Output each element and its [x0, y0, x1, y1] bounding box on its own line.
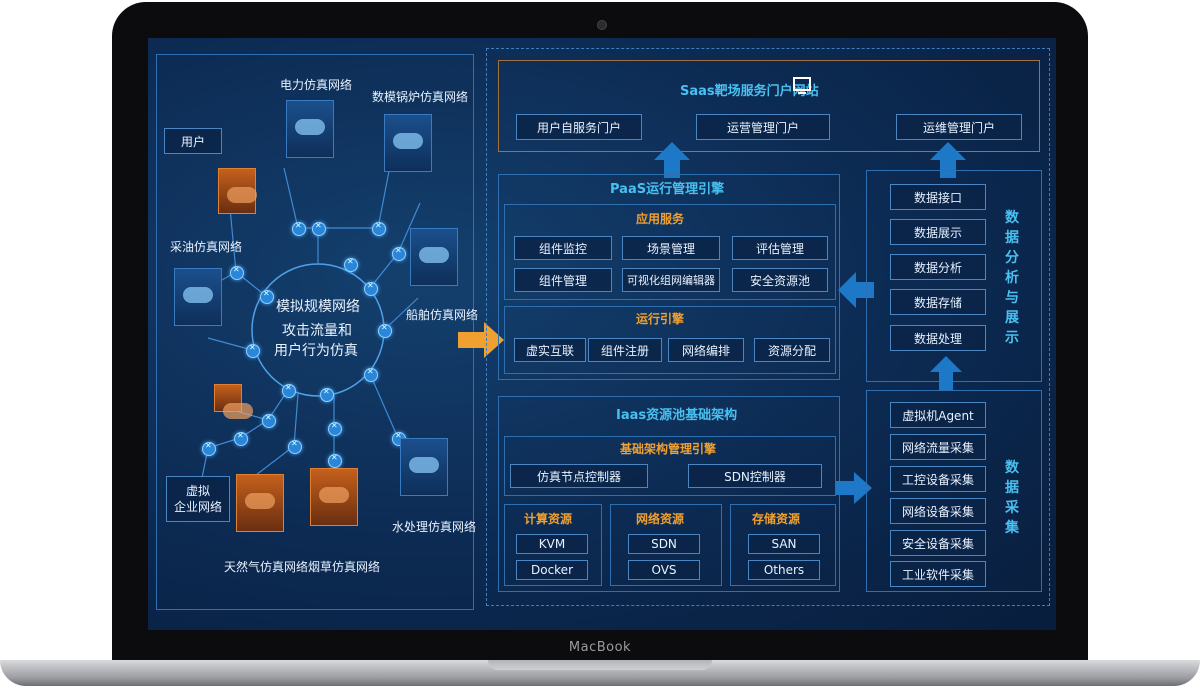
- app-btn-eval-manage[interactable]: 评估管理: [732, 236, 828, 260]
- storage-btn-san[interactable]: SAN: [748, 534, 820, 554]
- oil-server-icon: [174, 268, 222, 326]
- network-node: [262, 413, 276, 428]
- collect-btn-traffic[interactable]: 网络流量采集: [890, 434, 986, 460]
- engine-btn-allocate[interactable]: 资源分配: [754, 338, 830, 362]
- water-server-icon: [400, 438, 448, 496]
- brand-label: MacBook: [568, 640, 632, 655]
- network-btn-ovs[interactable]: OVS: [628, 560, 700, 580]
- engine-title: 运行引擎: [636, 312, 685, 326]
- network-node: [378, 323, 392, 338]
- virtual-server-icon: [214, 384, 253, 419]
- network-node: [328, 453, 342, 468]
- data-analysis-title: 数据分析与展示: [1005, 210, 1019, 346]
- network-node: [230, 265, 244, 280]
- infra-btn-node-controller[interactable]: 仿真节点控制器: [510, 464, 648, 488]
- tobacco-server-icon: [310, 468, 358, 526]
- virtual-enterprise-box: 虚拟 企业网络: [166, 476, 230, 522]
- oil-network-label: 采油仿真网络: [170, 240, 243, 254]
- network-node: [320, 387, 334, 402]
- boiler-network-label: 数模锅炉仿真网络: [372, 90, 469, 104]
- boiler-server-icon: [384, 114, 432, 172]
- power-network-label: 电力仿真网络: [280, 78, 353, 92]
- data-collect-title: 数据采集: [1005, 460, 1019, 536]
- monitor-icon: [793, 77, 811, 94]
- tobacco-network-label: 烟草仿真网络: [308, 560, 381, 574]
- network-node: [392, 246, 406, 261]
- compute-btn-docker[interactable]: Docker: [516, 560, 588, 580]
- ship-server-icon: [410, 228, 458, 286]
- saas-btn-ops-portal[interactable]: 运营管理门户: [696, 114, 830, 140]
- network-node: [202, 441, 216, 456]
- network-node: [328, 421, 342, 436]
- center-line2: 用户行为仿真: [274, 343, 358, 359]
- up-arrow-icon: [930, 356, 962, 390]
- network-node: [234, 431, 248, 446]
- storage-btn-others[interactable]: Others: [748, 560, 820, 580]
- user-server-icon: [218, 168, 257, 214]
- screen: 模拟规模网络 攻击流量和 用户行为仿真 电力仿真网络 数模锅炉仿真网络 用户 采…: [148, 38, 1056, 630]
- app-btn-component-manage[interactable]: 组件管理: [514, 268, 612, 292]
- app-btn-component-monitor[interactable]: 组件监控: [514, 236, 612, 260]
- network-node: [312, 221, 326, 236]
- saas-btn-user-portal[interactable]: 用户自服务门户: [516, 114, 642, 140]
- engine-btn-register[interactable]: 组件注册: [588, 338, 662, 362]
- collect-btn-network-device[interactable]: 网络设备采集: [890, 498, 986, 524]
- collect-btn-industrial-software[interactable]: 工业软件采集: [890, 561, 986, 587]
- engine-btn-virtual-real[interactable]: 虚实互联: [514, 338, 586, 362]
- ship-network-label: 船舶仿真网络: [406, 308, 479, 322]
- camera-icon: [597, 20, 607, 30]
- network-node: [246, 343, 260, 358]
- network-btn-sdn[interactable]: SDN: [628, 534, 700, 554]
- collect-btn-ics[interactable]: 工控设备采集: [890, 466, 986, 492]
- analysis-btn-display[interactable]: 数据展示: [890, 219, 986, 245]
- gas-server-icon: [236, 474, 284, 532]
- app-btn-security-pool[interactable]: 安全资源池: [732, 268, 828, 292]
- analysis-btn-storage[interactable]: 数据存储: [890, 289, 986, 315]
- iaas-title: Iaas资源池基础架构: [616, 408, 738, 423]
- center-line1: 攻击流量和: [282, 323, 352, 339]
- compute-btn-kvm[interactable]: KVM: [516, 534, 588, 554]
- app-service-title: 应用服务: [636, 212, 685, 226]
- app-btn-visual-editor[interactable]: 可视化组网编辑器: [622, 268, 720, 292]
- water-network-label: 水处理仿真网络: [392, 520, 477, 534]
- network-node: [364, 367, 378, 382]
- analysis-btn-process[interactable]: 数据处理: [890, 325, 986, 351]
- compute-title: 计算资源: [524, 512, 573, 526]
- engine-btn-orchestrate[interactable]: 网络编排: [668, 338, 744, 362]
- paas-title: PaaS运行管理引擎: [610, 182, 725, 197]
- center-title: 模拟规模网络: [276, 299, 360, 315]
- collect-btn-security-device[interactable]: 安全设备采集: [890, 530, 986, 556]
- network-node: [292, 221, 306, 236]
- power-server-icon: [286, 100, 334, 158]
- app-btn-scene-manage[interactable]: 场景管理: [622, 236, 720, 260]
- network-node: [288, 439, 302, 454]
- infra-btn-sdn-controller[interactable]: SDN控制器: [688, 464, 822, 488]
- network-res-title: 网络资源: [636, 512, 685, 526]
- network-node: [372, 221, 386, 236]
- network-node: [282, 383, 296, 398]
- network-node: [344, 257, 358, 272]
- saas-btn-maint-portal[interactable]: 运维管理门户: [896, 114, 1022, 140]
- network-node: [260, 289, 274, 304]
- storage-title: 存储资源: [752, 512, 801, 526]
- gas-network-label: 天然气仿真网络: [224, 560, 309, 574]
- network-node: [364, 281, 378, 296]
- up-arrow-icon: [654, 142, 690, 178]
- analysis-btn-interface[interactable]: 数据接口: [890, 184, 986, 210]
- analysis-btn-analysis[interactable]: 数据分析: [890, 254, 986, 280]
- user-label-box: 用户: [164, 128, 222, 154]
- collect-btn-agent[interactable]: 虚拟机Agent: [890, 402, 986, 428]
- laptop-base-notch: [488, 660, 712, 670]
- infra-engine-title: 基础架构管理引擎: [620, 442, 717, 456]
